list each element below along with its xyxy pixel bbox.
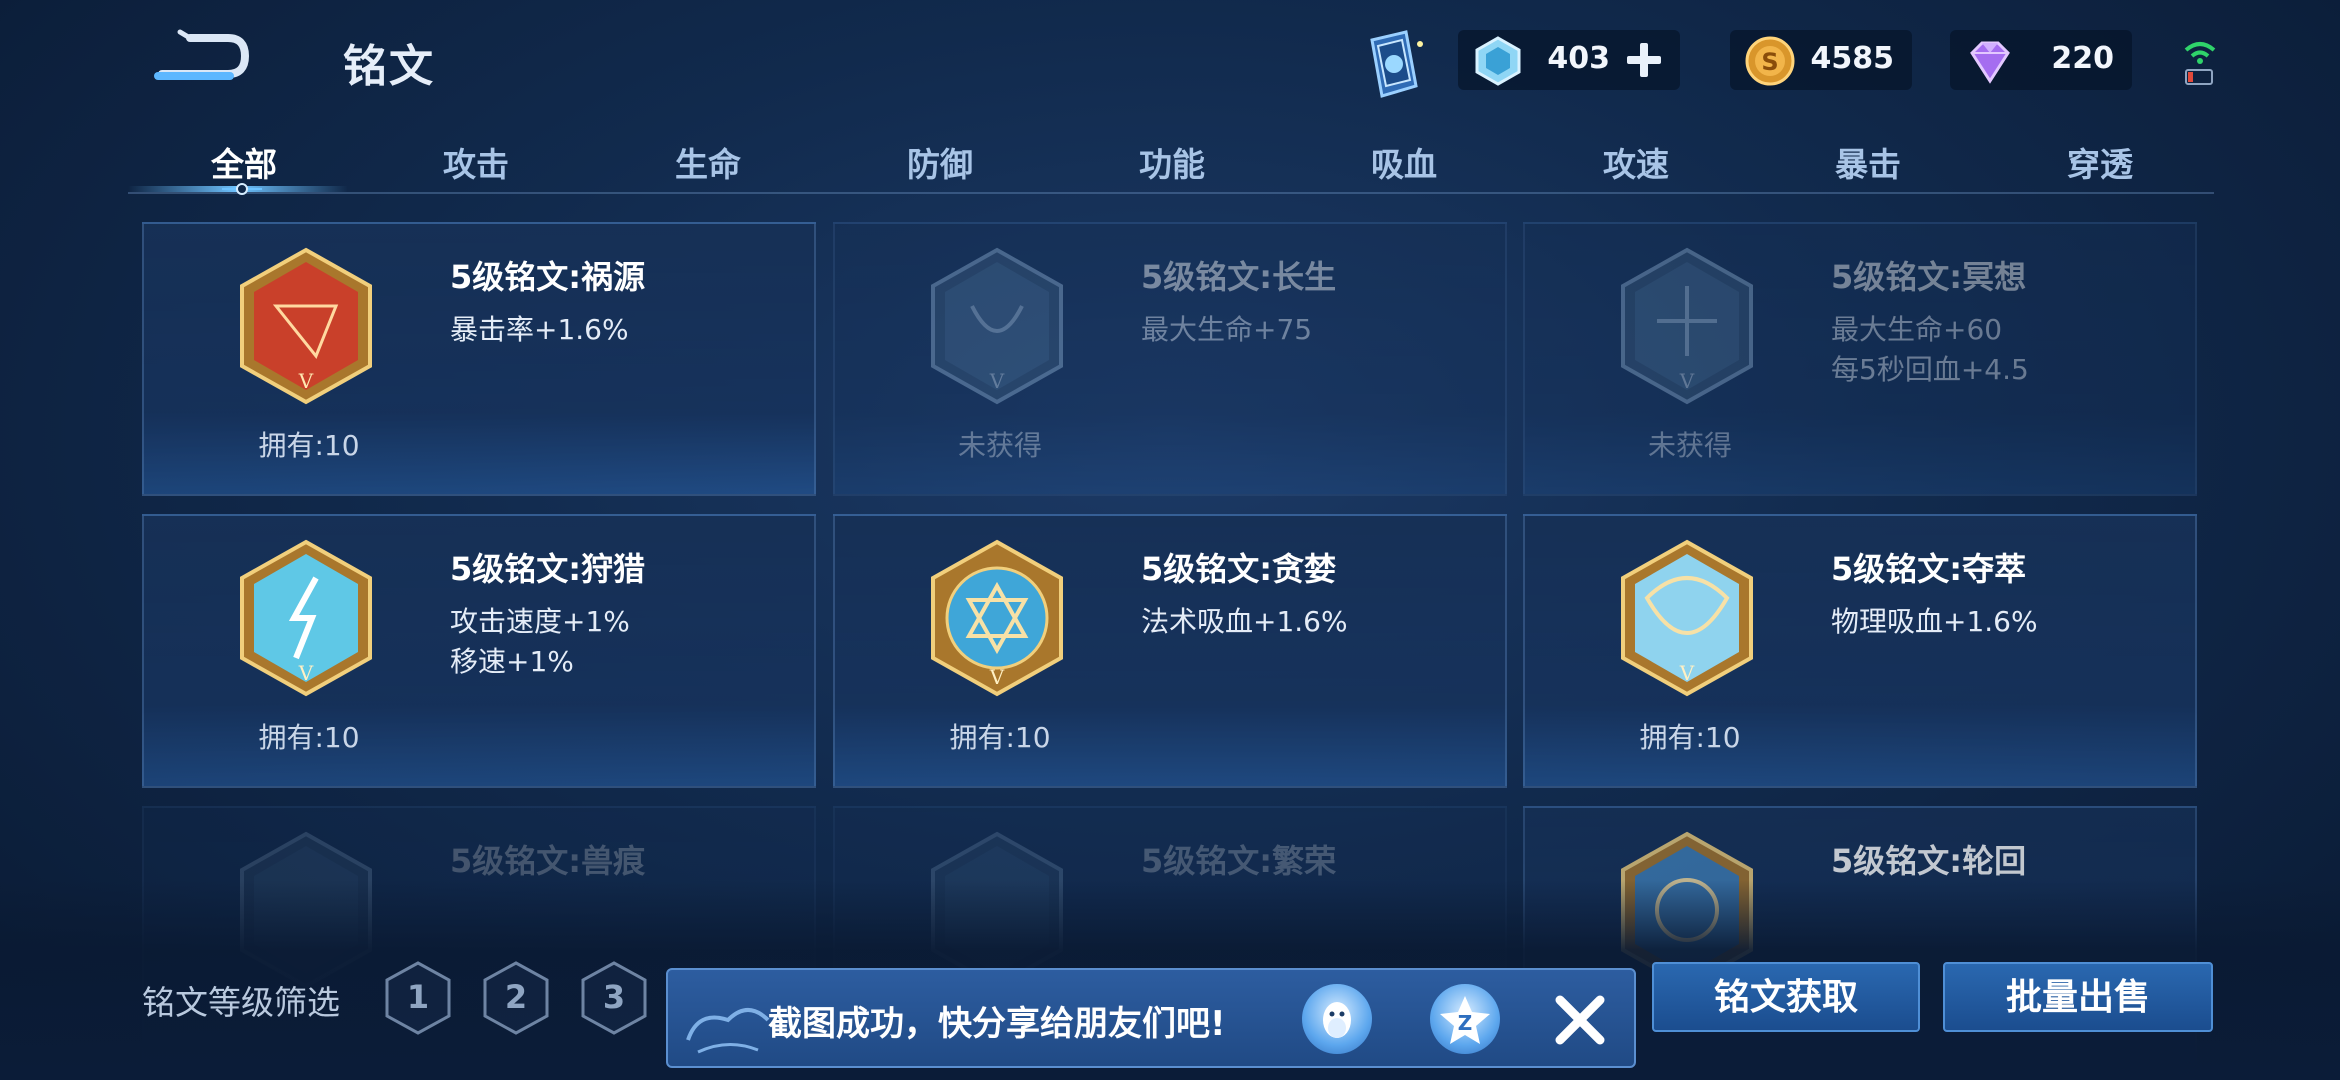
tab-attack[interactable]: 攻击 [376, 138, 576, 186]
page-title: 铭文 [343, 41, 435, 92]
svg-text:V: V [298, 661, 314, 685]
rune-mingxiang-icon: V [1621, 247, 1753, 405]
rune-changsheng-icon: V [931, 247, 1063, 405]
tab-health[interactable]: 生命 [608, 138, 808, 186]
back-button[interactable] [150, 28, 250, 88]
level-filter-label-2: 2 [504, 978, 528, 1016]
rune-card[interactable]: V 5级铭文:贪婪 法术吸血+1.6% 拥有:10 [833, 514, 1507, 788]
rune-duocui-icon: V [1621, 539, 1753, 697]
rune-card[interactable]: V 5级铭文:长生 最大生命+75 未获得 [833, 222, 1507, 496]
svg-text:V: V [298, 369, 314, 393]
gem-balance: 220 [1950, 30, 2132, 90]
share-qq-button[interactable] [1302, 984, 1372, 1054]
rune-owned-count: 拥有:10 [258, 721, 360, 754]
tab-critical[interactable]: 暴击 [1768, 138, 1968, 186]
rune-owned-count: 未获得 [1647, 429, 1732, 462]
rune-stat: 法术吸血+1.6% [1141, 605, 1348, 638]
gold-coin-icon: S [1745, 36, 1795, 86]
tab-lifesteal[interactable]: 吸血 [1304, 138, 1504, 186]
rune-owned-count: 拥有:10 [1639, 721, 1741, 754]
close-icon[interactable] [1548, 988, 1612, 1052]
rune-tanlan-icon: V [931, 539, 1063, 697]
rune-name: 5级铭文:祸源 [450, 258, 646, 296]
rune-name: 5级铭文:兽痕 [450, 842, 646, 880]
rune-name: 5级铭文:贪婪 [1141, 550, 1337, 588]
rune-stat: 暴击率+1.6% [450, 313, 629, 346]
ticket-balance: 403 [1458, 30, 1680, 90]
qq-penguin-icon [1323, 1002, 1351, 1038]
svg-text:V: V [989, 369, 1005, 393]
svg-text:V: V [1679, 369, 1695, 393]
svg-text:S: S [1761, 48, 1778, 76]
rune-name: 5级铭文:冥想 [1831, 258, 2027, 296]
rune-shoulie-icon: V [240, 539, 372, 697]
tab-function[interactable]: 功能 [1072, 138, 1272, 186]
rune-stat: 每5秒回血+4.5 [1831, 353, 2029, 386]
rune-card[interactable]: V 5级铭文:冥想 最大生命+60 每5秒回血+4.5 未获得 [1523, 222, 2197, 496]
wifi-battery-icon [2184, 42, 2216, 85]
rune-name: 5级铭文:夺萃 [1831, 550, 2027, 588]
rune-name: 5级铭文:轮回 [1831, 842, 2027, 880]
diamond-icon [1970, 41, 2010, 84]
rune-name: 5级铭文:长生 [1141, 258, 1337, 296]
category-tabs: 全部 攻击 生命 防御 功能 吸血 攻速 暴击 穿透 [128, 130, 2214, 195]
rune-owned-count: 未获得 [957, 429, 1042, 462]
rune-stat: 攻击速度+1% [450, 605, 630, 638]
crystal-icon [1475, 36, 1521, 86]
rune-name: 5级铭文:狩猎 [450, 550, 646, 588]
rune-card[interactable]: V 5级铭文:狩猎 攻击速度+1% 移速+1% 拥有:10 [142, 514, 816, 788]
level-filter-1[interactable]: 1 [384, 960, 452, 1036]
toast-message: 截图成功，快分享给朋友们吧! [768, 1004, 1226, 1044]
ticket-count: 403 [1547, 41, 1610, 76]
rune-owned-count: 拥有:10 [949, 721, 1051, 754]
rune-stat: 移速+1% [450, 645, 574, 678]
rune-card[interactable]: V 5级铭文:祸源 暴击率+1.6% 拥有:10 [142, 222, 816, 496]
svg-text:V: V [989, 665, 1005, 689]
svg-text:Z: Z [1458, 1011, 1473, 1035]
tab-defense[interactable]: 防御 [840, 138, 1040, 186]
rune-card[interactable]: V 5级铭文:夺萃 物理吸血+1.6% 拥有:10 [1523, 514, 2197, 788]
level-filter-3[interactable]: 3 [580, 960, 648, 1036]
tab-indicator-dots [222, 183, 262, 195]
rune-name: 5级铭文:繁荣 [1141, 842, 1337, 880]
rune-card-icon[interactable] [1352, 24, 1432, 104]
gold-balance: S 4585 [1730, 30, 1912, 90]
add-currency-button[interactable] [1622, 38, 1666, 82]
gold-count: 4585 [1810, 41, 1895, 76]
bulk-sell-button[interactable]: 批量出售 [1943, 962, 2213, 1032]
svg-text:V: V [1679, 661, 1695, 685]
obtain-rune-button[interactable]: 铭文获取 [1652, 962, 1920, 1032]
share-toast: 截图成功，快分享给朋友们吧! Z [666, 968, 1636, 1068]
rune-stat: 最大生命+60 [1831, 313, 2003, 346]
level-filter-label: 铭文等级筛选 [142, 983, 340, 1022]
level-filter-label-3: 3 [602, 978, 626, 1016]
rune-huoyuan-icon: V [240, 247, 372, 405]
rune-stat: 物理吸血+1.6% [1831, 605, 2038, 638]
qzone-star-icon: Z [1440, 996, 1490, 1044]
tab-all[interactable]: 全部 [144, 138, 344, 186]
level-filter-label-1: 1 [406, 978, 430, 1016]
share-qzone-button[interactable]: Z [1430, 984, 1500, 1054]
tab-penetration[interactable]: 穿透 [2000, 138, 2200, 186]
rune-stat: 最大生命+75 [1141, 313, 1313, 346]
gem-count: 220 [2051, 41, 2114, 76]
tab-attack-speed[interactable]: 攻速 [1536, 138, 1736, 186]
rune-owned-count: 拥有:10 [258, 429, 360, 462]
level-filter-2[interactable]: 2 [482, 960, 550, 1036]
